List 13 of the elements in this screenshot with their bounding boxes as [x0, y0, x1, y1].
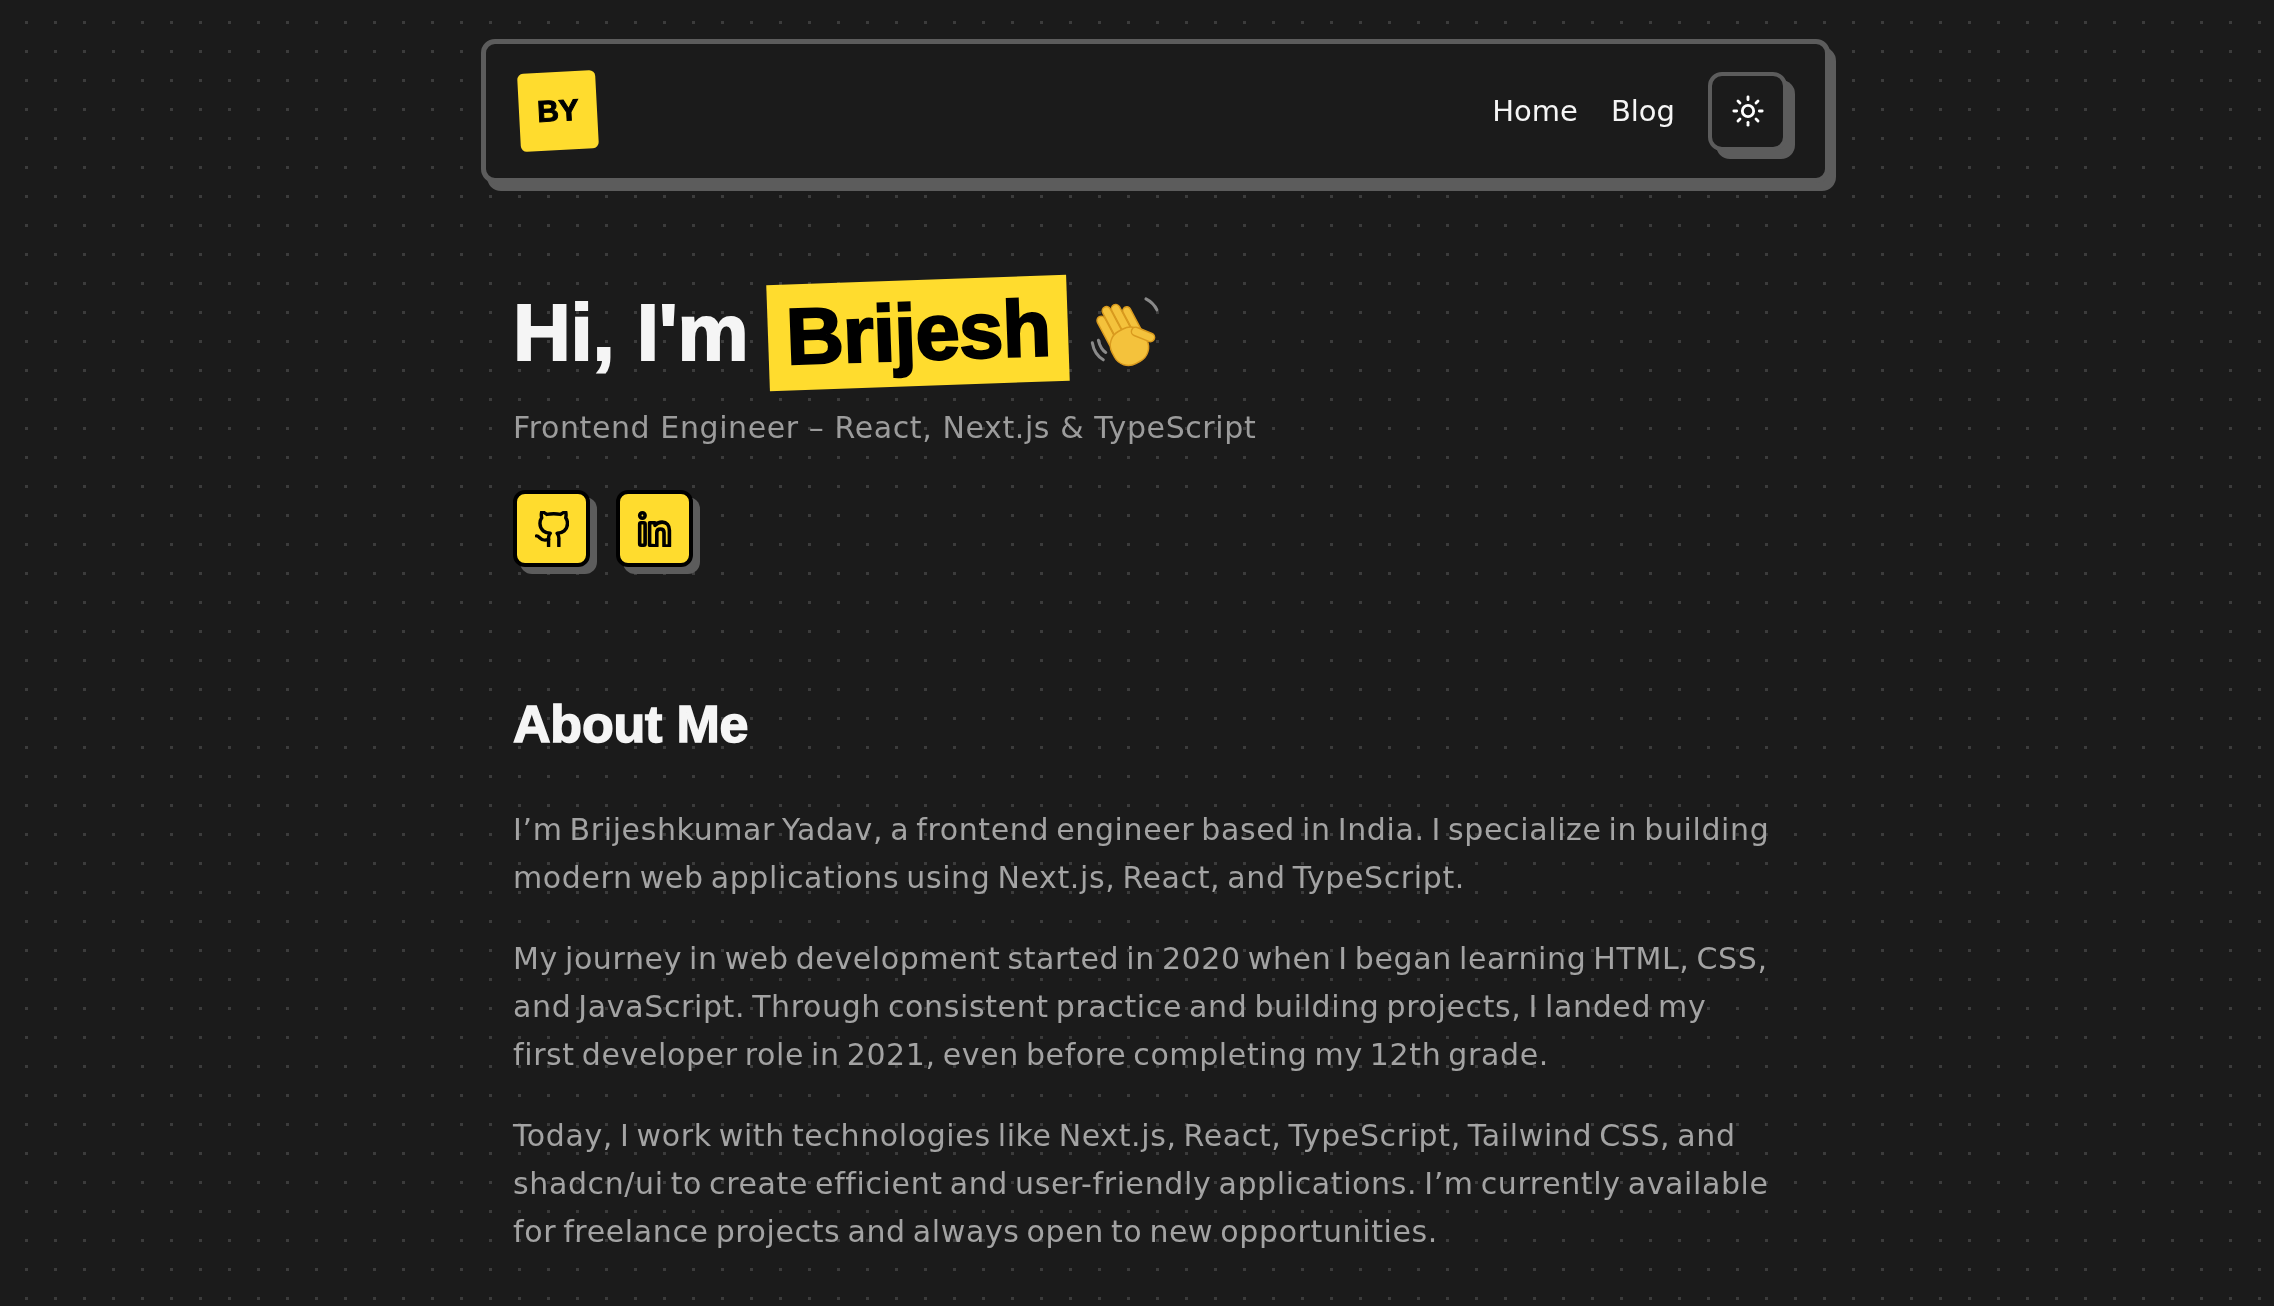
linkedin-icon	[636, 510, 673, 547]
greeting-heading: Hi, I'm	[513, 288, 749, 378]
about-paragraph: My journey in web development started in 2020 when I began learning HTML, CSS, and JavaScript. Through consistent practice and building projects, I landed my first developer role in 2021, even before completing my 12th grade.	[513, 940, 1769, 1074]
logo[interactable]: BY	[517, 70, 599, 152]
sun-icon	[1730, 94, 1765, 128]
nav-link[interactable]: Blog	[1610, 91, 1675, 131]
section-heading: About Me	[513, 694, 750, 755]
nav-link[interactable]: Home	[1492, 91, 1578, 131]
about-paragraph: I’m Brijeshkumar Yadav, a frontend engineer based in India. I specialize in building modern web applications using Next.js, React, and TypeScript.	[513, 811, 1771, 897]
about-paragraph: Today, I work with technologies like Next.js, React, TypeScript, Tailwind CSS, and shadcn/ui to create efficient and user-friendly applications. I’m currently available for freelance projects and always open to new opportunities.	[513, 1117, 1770, 1251]
github-icon	[534, 510, 569, 547]
subtitle: Frontend Engineer – React, Next.js & TypeScript	[513, 409, 1258, 447]
name-highlight: Brijesh	[766, 274, 1071, 392]
